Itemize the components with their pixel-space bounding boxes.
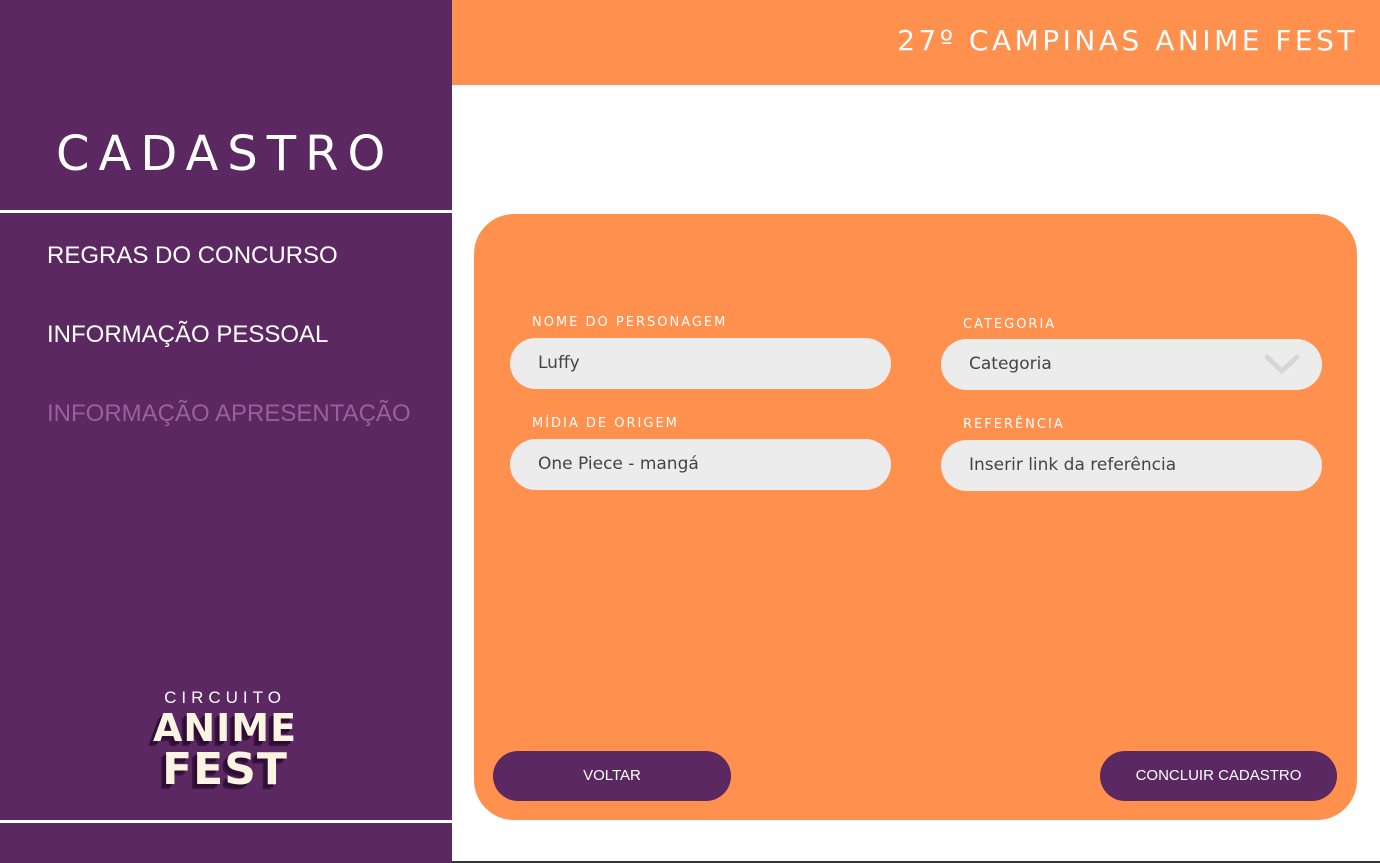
category-select-value: Categoria [969,354,1052,374]
sidebar-divider-bottom [0,820,452,823]
chevron-down-icon [1264,354,1300,374]
sidebar-divider-top [0,210,452,213]
character-name-input[interactable]: Luffy [510,338,891,389]
sidebar: CADASTRO REGRAS DO CONCURSO INFORMAÇÃO P… [0,0,452,863]
event-title: 27º CAMPINAS ANIME FEST [897,24,1358,57]
page-title: CADASTRO [56,126,395,182]
category-select[interactable]: Categoria [941,339,1322,390]
reference-input[interactable]: Inserir link da referência [941,440,1322,491]
back-button[interactable]: VOLTAR [493,751,731,801]
sidebar-item-informacao-apresentacao[interactable]: INFORMAÇÃO APRESENTAÇÃO [47,400,411,428]
logo-text-circuito: CIRCUITO [164,688,286,707]
sidebar-item-regras-do-concurso[interactable]: REGRAS DO CONCURSO [47,242,338,270]
sidebar-item-informacao-pessoal[interactable]: INFORMAÇÃO PESSOAL [47,321,328,349]
header-bar: 27º CAMPINAS ANIME FEST [452,0,1380,85]
origin-media-input[interactable]: One Piece - mangá [510,439,891,490]
character-name-label: NOME DO PERSONAGEM [532,315,728,330]
registration-form-card: NOME DO PERSONAGEM Luffy CATEGORIA Categ… [474,214,1357,820]
logo-text-fest: FEST [162,744,288,795]
category-label: CATEGORIA [963,317,1057,332]
reference-label: REFERÊNCIA [963,417,1065,432]
submit-registration-button[interactable]: CONCLUIR CADASTRO [1100,751,1337,801]
origin-media-label: MÍDIA DE ORIGEM [532,416,679,431]
circuito-anime-fest-logo: CIRCUITO ANIME FEST [150,688,300,800]
